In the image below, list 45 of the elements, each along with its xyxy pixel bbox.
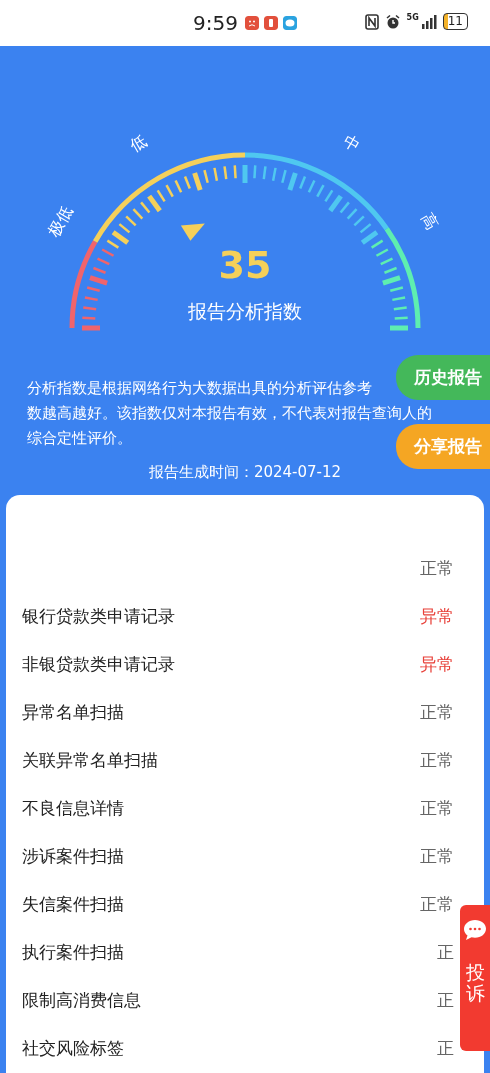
gauge-zone-label: 中 <box>339 131 364 156</box>
alarm-icon <box>384 13 401 30</box>
check-status: 正常 <box>420 700 454 724</box>
check-status: 异常 <box>420 652 454 676</box>
check-item-label: 关联异常名单扫描 <box>22 748 158 772</box>
report-button[interactable]: 历史报告 <box>396 355 490 400</box>
check-item-label: 失信案件扫描 <box>22 892 124 916</box>
gauge-zone-label: 低 <box>126 131 151 156</box>
score-value: 35 <box>218 243 272 287</box>
check-status: 正常 <box>420 796 454 820</box>
battery-level: 11 <box>442 13 468 30</box>
check-item-label: 异常名单扫描 <box>22 700 124 724</box>
check-item-label: 执行案件扫描 <box>22 940 124 964</box>
check-status: 正 <box>437 1036 454 1060</box>
check-status: 异常 <box>420 604 454 628</box>
check-item-label: 涉诉案件扫描 <box>22 844 124 868</box>
sad-face-icon <box>244 16 259 30</box>
description-text: 综合定性评价。 <box>27 429 132 448</box>
signal-icon <box>420 14 437 29</box>
gauge-caption: 报告分析指数 <box>188 300 302 322</box>
clock-time: 9:59 <box>193 11 238 35</box>
check-item-label: 社交风险标签 <box>22 1036 124 1060</box>
report-button[interactable]: 分享报告 <box>396 424 490 469</box>
nfc-icon <box>364 13 379 30</box>
chat-icon <box>282 16 297 30</box>
complaint-button[interactable]: 投诉 <box>460 905 490 1051</box>
check-status: 正 <box>437 988 454 1012</box>
check-status: 正常 <box>420 556 454 580</box>
check-status: 正常 <box>420 844 454 868</box>
description-text: 分析指数是根据网络行为大数据出具的分析评估参考 <box>27 379 372 398</box>
check-status: 正常 <box>420 748 454 772</box>
check-status: 正常 <box>420 892 454 916</box>
check-status: 正 <box>437 940 454 964</box>
gauge-zone-label: 极低 <box>44 202 77 241</box>
check-item-label: 限制高消费信息 <box>22 988 141 1012</box>
generated-date: 报告生成时间：2024-07-12 <box>147 463 343 482</box>
network-type: 5G <box>406 13 419 22</box>
gauge-zone-label: 高 <box>417 209 442 234</box>
check-item-label: 不良信息详情 <box>22 796 124 820</box>
gauge-pointer <box>180 223 205 241</box>
check-item-label: 非银贷款类申请记录 <box>22 652 175 676</box>
battery-alert-icon <box>263 16 278 30</box>
chat-bubble-icon <box>463 919 487 941</box>
description-text: 数越高越好。该指数仅对本报告有效，不代表对报告查询人的 <box>27 404 432 423</box>
check-item-label: 银行贷款类申请记录 <box>22 604 175 628</box>
